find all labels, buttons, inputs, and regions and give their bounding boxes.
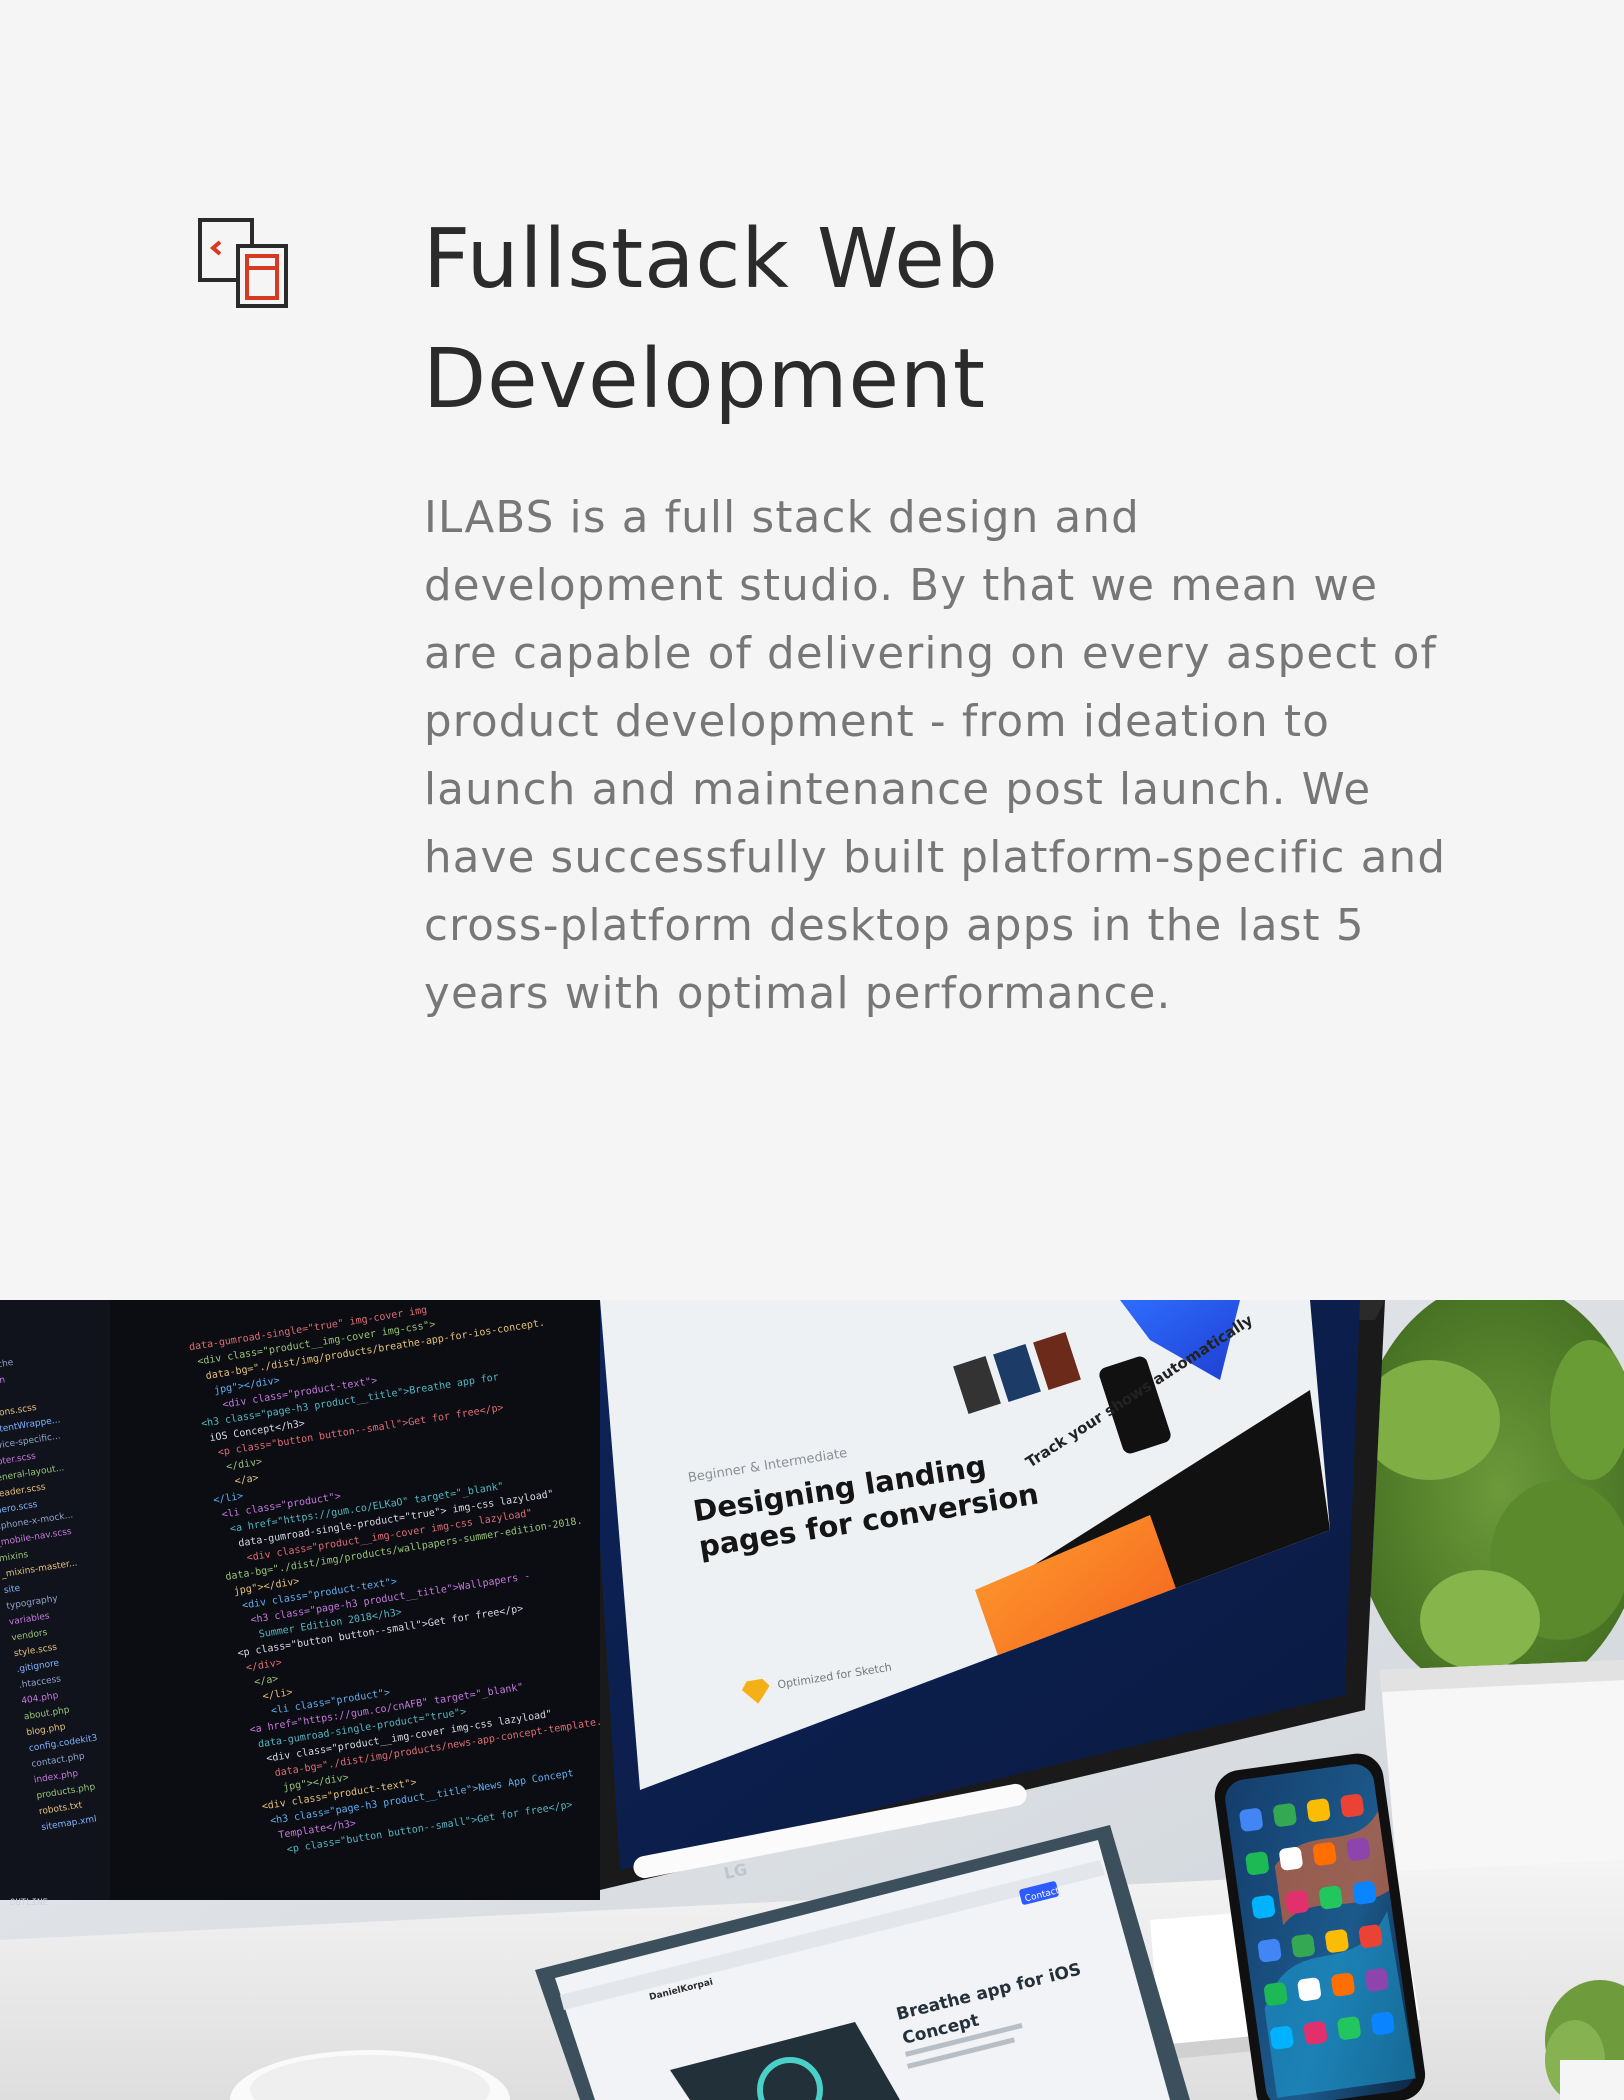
app-icon <box>1303 2021 1328 2045</box>
service-title: Fullstack Web Development <box>423 212 999 427</box>
app-icon <box>1340 1793 1364 1818</box>
app-icon <box>1352 1881 1377 1905</box>
app-icon <box>1270 2026 1294 2050</box>
service-description: ILABS is a full stack design and develop… <box>424 493 1447 1019</box>
workspace-photo: Beginner & Intermediate Designing landin… <box>0 1300 1624 2100</box>
outline-label: OUTLINE <box>10 1898 48 1908</box>
app-icon <box>1285 1890 1309 1914</box>
app-icon <box>1312 1842 1337 1866</box>
app-icon <box>1365 1968 1389 1992</box>
app-icon <box>1358 1924 1383 1948</box>
app-icon <box>1306 1798 1331 1822</box>
app-icon <box>1346 1837 1370 1861</box>
app-icon <box>1245 1851 1269 1876</box>
app-icon <box>1279 1846 1303 1871</box>
service-section: Fullstack Web Development ILABS is a ful… <box>0 0 1624 1300</box>
web-app-window-icon <box>198 218 290 310</box>
app-icon <box>1273 1803 1297 1827</box>
app-icon <box>1264 1982 1288 2006</box>
app-icon <box>1337 2016 1361 2040</box>
app-icon <box>1325 1929 1349 1953</box>
app-icon <box>1257 1938 1282 1963</box>
app-icon <box>1291 1934 1315 1958</box>
app-icon <box>1251 1895 1276 1919</box>
app-icon <box>1331 1972 1355 1997</box>
app-icon <box>1239 1808 1263 1832</box>
app-icon <box>1297 1977 1321 2002</box>
app-icon <box>1371 2011 1395 2036</box>
app-icon <box>1319 1885 1343 1910</box>
